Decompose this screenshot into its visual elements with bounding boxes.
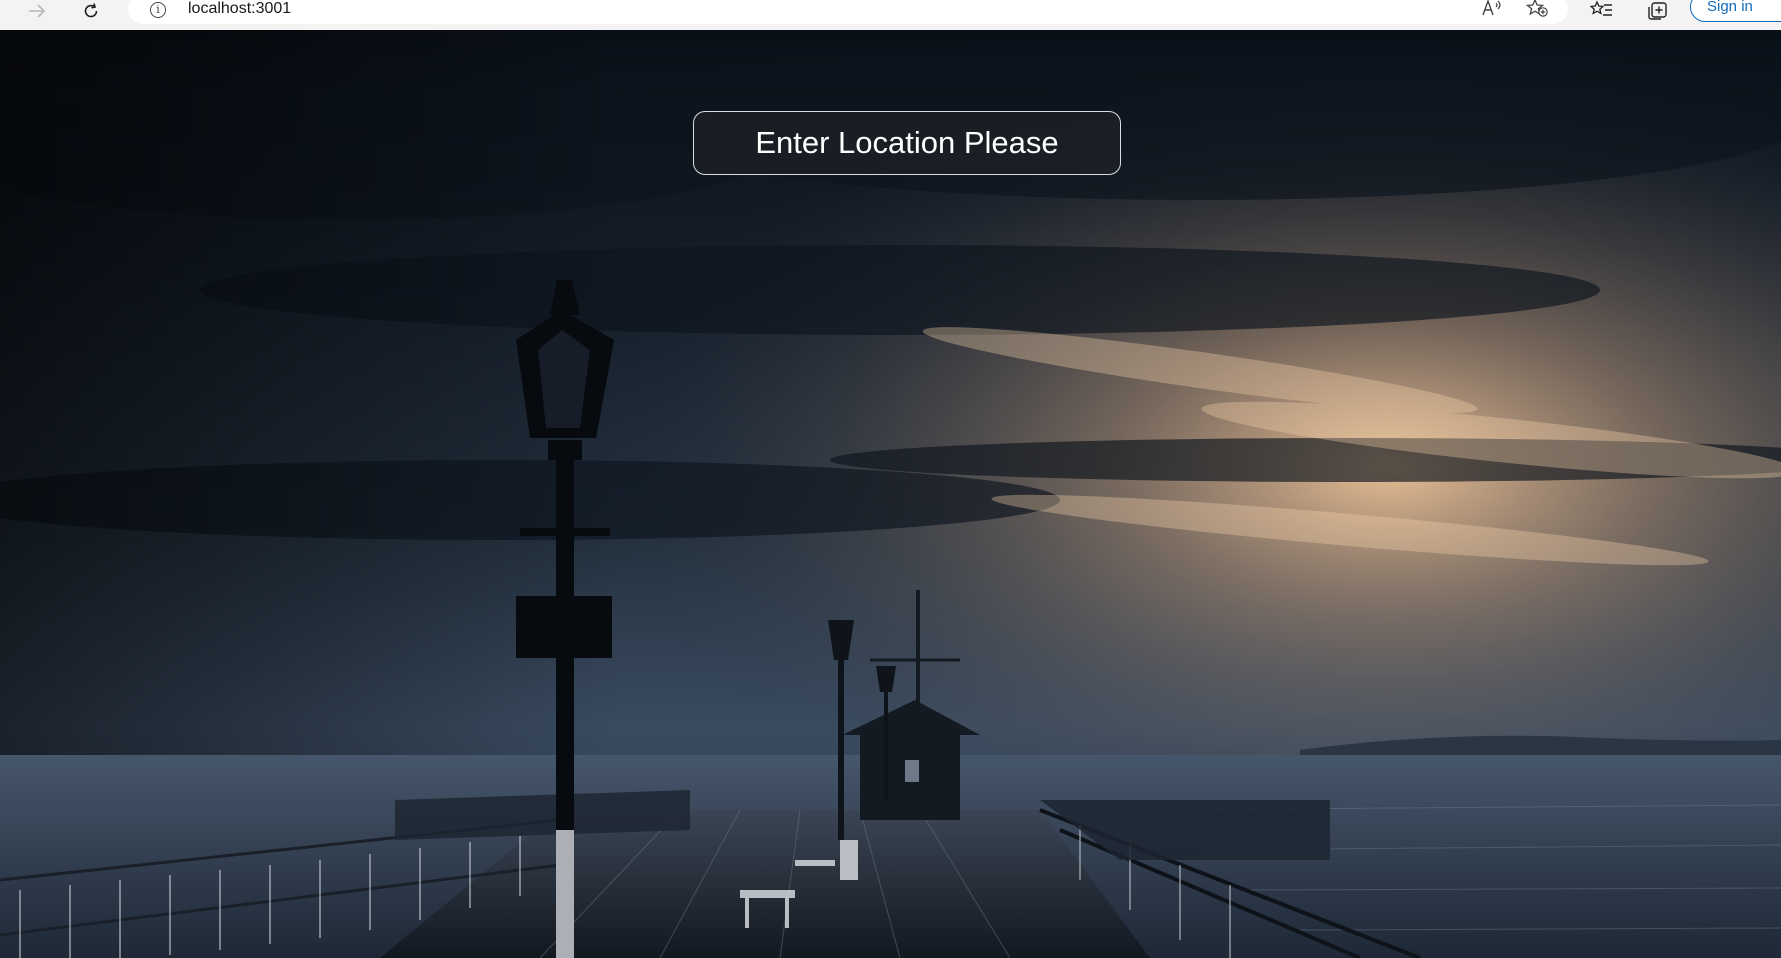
browser-toolbar: i localhost:3001 Sign in — [0, 0, 1781, 30]
address-bar[interactable]: i localhost:3001 — [128, 0, 1568, 24]
add-favorite-icon[interactable] — [1524, 0, 1552, 20]
sign-in-button[interactable]: Sign in — [1690, 0, 1781, 22]
read-aloud-icon[interactable] — [1478, 0, 1506, 20]
enter-location-button[interactable]: Enter Location Please — [693, 111, 1121, 175]
refresh-icon[interactable] — [76, 0, 106, 22]
favorites-icon[interactable] — [1588, 0, 1616, 22]
arrow-right-icon[interactable] — [22, 0, 52, 22]
info-icon[interactable]: i — [150, 2, 166, 18]
collections-icon[interactable] — [1644, 0, 1672, 22]
url-text[interactable]: localhost:3001 — [188, 0, 291, 18]
